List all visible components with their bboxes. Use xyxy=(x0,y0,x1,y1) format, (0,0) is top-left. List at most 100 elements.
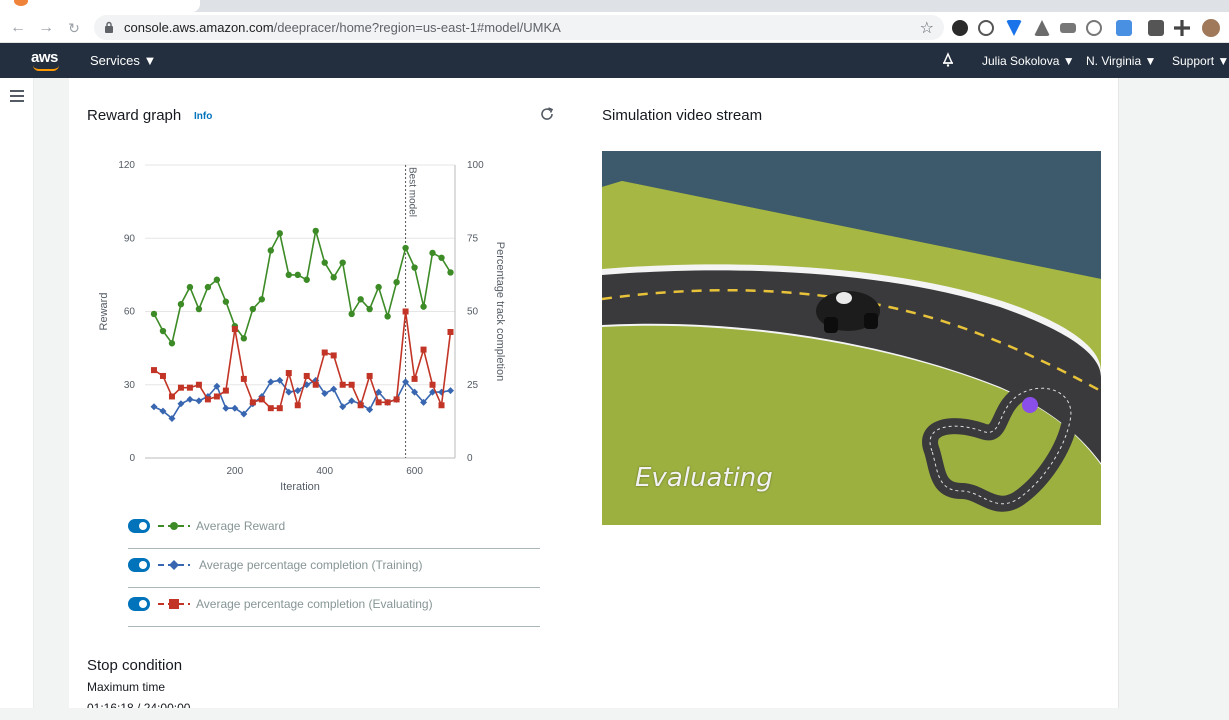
data-point-evaluating xyxy=(195,381,202,388)
region-menu[interactable]: N. Virginia ▼ xyxy=(1086,54,1156,68)
extension-5-icon[interactable] xyxy=(1060,23,1076,33)
menu-icon[interactable] xyxy=(10,90,24,105)
url-text: console.aws.amazon.com/deepracer/home?re… xyxy=(124,20,561,35)
data-point-evaluating xyxy=(186,384,193,391)
data-point-evaluating xyxy=(177,384,184,391)
y-tick-label-left: 0 xyxy=(129,453,135,464)
data-point-reward xyxy=(366,305,373,313)
data-point-reward xyxy=(267,247,274,254)
data-point-evaluating xyxy=(150,367,157,374)
data-point-training xyxy=(447,387,455,395)
info-link[interactable]: Info xyxy=(194,111,212,122)
data-point-reward xyxy=(222,298,230,305)
evaluating-completion-toggle[interactable] xyxy=(128,597,150,611)
data-point-evaluating xyxy=(321,349,328,356)
bell-icon[interactable] xyxy=(940,52,956,68)
bottom-bar xyxy=(0,708,1229,720)
data-point-reward xyxy=(447,269,454,276)
legend-square-marker-icon xyxy=(158,599,190,609)
data-point-evaluating xyxy=(366,372,373,379)
data-point-training xyxy=(195,397,203,405)
data-point-training xyxy=(186,395,194,403)
data-point-evaluating xyxy=(249,399,256,406)
data-point-evaluating xyxy=(285,370,292,377)
data-point-reward xyxy=(438,254,445,261)
extension-6-icon[interactable] xyxy=(1086,20,1102,36)
drive-extension-icon[interactable] xyxy=(1034,20,1050,36)
data-point-reward xyxy=(312,227,319,235)
data-point-evaluating xyxy=(276,405,283,412)
data-point-reward xyxy=(420,303,427,310)
bookmark-star-icon[interactable]: ☆ xyxy=(920,18,934,38)
data-point-reward xyxy=(204,283,212,291)
extension-3-icon[interactable] xyxy=(1006,20,1022,36)
y-tick-label-left: 90 xyxy=(124,233,136,244)
data-point-reward xyxy=(195,305,203,313)
reward-graph-title: Reward graph xyxy=(87,107,182,124)
data-point-reward xyxy=(357,296,364,303)
legend-label: Average percentage completion (Evaluatin… xyxy=(196,597,433,611)
data-point-evaluating xyxy=(312,381,319,388)
data-point-training xyxy=(222,404,230,412)
address-bar[interactable]: console.aws.amazon.com/deepracer/home?re… xyxy=(94,15,944,40)
data-point-reward xyxy=(411,264,418,271)
data-point-evaluating xyxy=(303,372,310,379)
data-point-reward xyxy=(159,327,167,335)
data-point-evaluating xyxy=(267,405,274,412)
simulation-video-stream[interactable]: Evaluating xyxy=(602,151,1101,525)
y-tick-label-right: 75 xyxy=(467,233,479,244)
legend-diamond-marker-icon xyxy=(158,560,190,570)
aws-logo[interactable]: aws xyxy=(31,49,63,73)
best-model-label: Best model xyxy=(407,167,418,217)
user-menu[interactable]: Julia Sokolova ▼ xyxy=(982,54,1075,68)
data-point-reward xyxy=(330,274,337,281)
x-tick-label: 600 xyxy=(406,466,423,477)
data-point-reward xyxy=(384,313,391,320)
extension-1-icon[interactable] xyxy=(952,20,968,36)
data-point-evaluating xyxy=(402,308,409,315)
data-point-evaluating xyxy=(339,381,346,388)
training-completion-toggle[interactable] xyxy=(128,558,150,572)
url-host: console.aws.amazon.com xyxy=(124,20,274,35)
data-point-reward xyxy=(276,230,283,237)
data-point-reward xyxy=(339,259,346,266)
data-point-evaluating xyxy=(222,387,229,394)
forward-icon[interactable]: → xyxy=(36,18,56,38)
data-point-reward xyxy=(177,300,185,308)
evaluating-overlay-text: Evaluating xyxy=(635,463,773,493)
legend-row-average-reward: Average Reward xyxy=(128,510,540,549)
url-path: /deepracer/home?region=us-east-1#model/U… xyxy=(273,20,561,35)
data-point-reward xyxy=(321,259,328,266)
services-menu[interactable]: Services ▼ xyxy=(90,53,156,68)
y-tick-label-right: 50 xyxy=(467,307,479,318)
simulation-video-title: Simulation video stream xyxy=(602,107,763,124)
facebook-extension-icon[interactable] xyxy=(1148,20,1164,36)
left-sidebar xyxy=(0,78,34,710)
browser-active-tab[interactable] xyxy=(0,0,200,12)
data-point-reward xyxy=(375,283,382,291)
reload-icon[interactable]: ↻ xyxy=(64,18,84,38)
support-menu[interactable]: Support ▼ xyxy=(1172,54,1229,68)
data-point-evaluating xyxy=(420,346,427,353)
extensions-puzzle-icon[interactable] xyxy=(1174,20,1190,36)
stop-condition-title: Stop condition xyxy=(87,657,183,674)
data-point-reward xyxy=(186,283,194,291)
data-point-evaluating xyxy=(240,375,247,382)
extension-7-icon[interactable] xyxy=(1116,20,1132,36)
browser-toolbar: ← → ↻ console.aws.amazon.com/deepracer/h… xyxy=(0,12,1229,43)
refresh-icon[interactable] xyxy=(539,106,555,122)
profile-avatar[interactable] xyxy=(1202,19,1220,37)
data-point-evaluating xyxy=(330,352,337,359)
extension-2-icon[interactable] xyxy=(978,20,994,36)
average-reward-toggle[interactable] xyxy=(128,519,150,533)
back-icon[interactable]: ← xyxy=(8,18,28,38)
aws-logo-text: aws xyxy=(31,49,58,66)
legend-label: Average percentage completion (Training) xyxy=(199,558,423,572)
legend-circle-marker-icon xyxy=(158,522,190,530)
data-point-training xyxy=(150,403,158,411)
data-point-evaluating xyxy=(159,372,166,379)
legend-row-training: Average percentage completion (Training) xyxy=(128,549,540,588)
x-axis-label: Iteration xyxy=(280,481,320,493)
data-point-evaluating xyxy=(231,326,238,333)
data-point-reward xyxy=(258,296,266,303)
